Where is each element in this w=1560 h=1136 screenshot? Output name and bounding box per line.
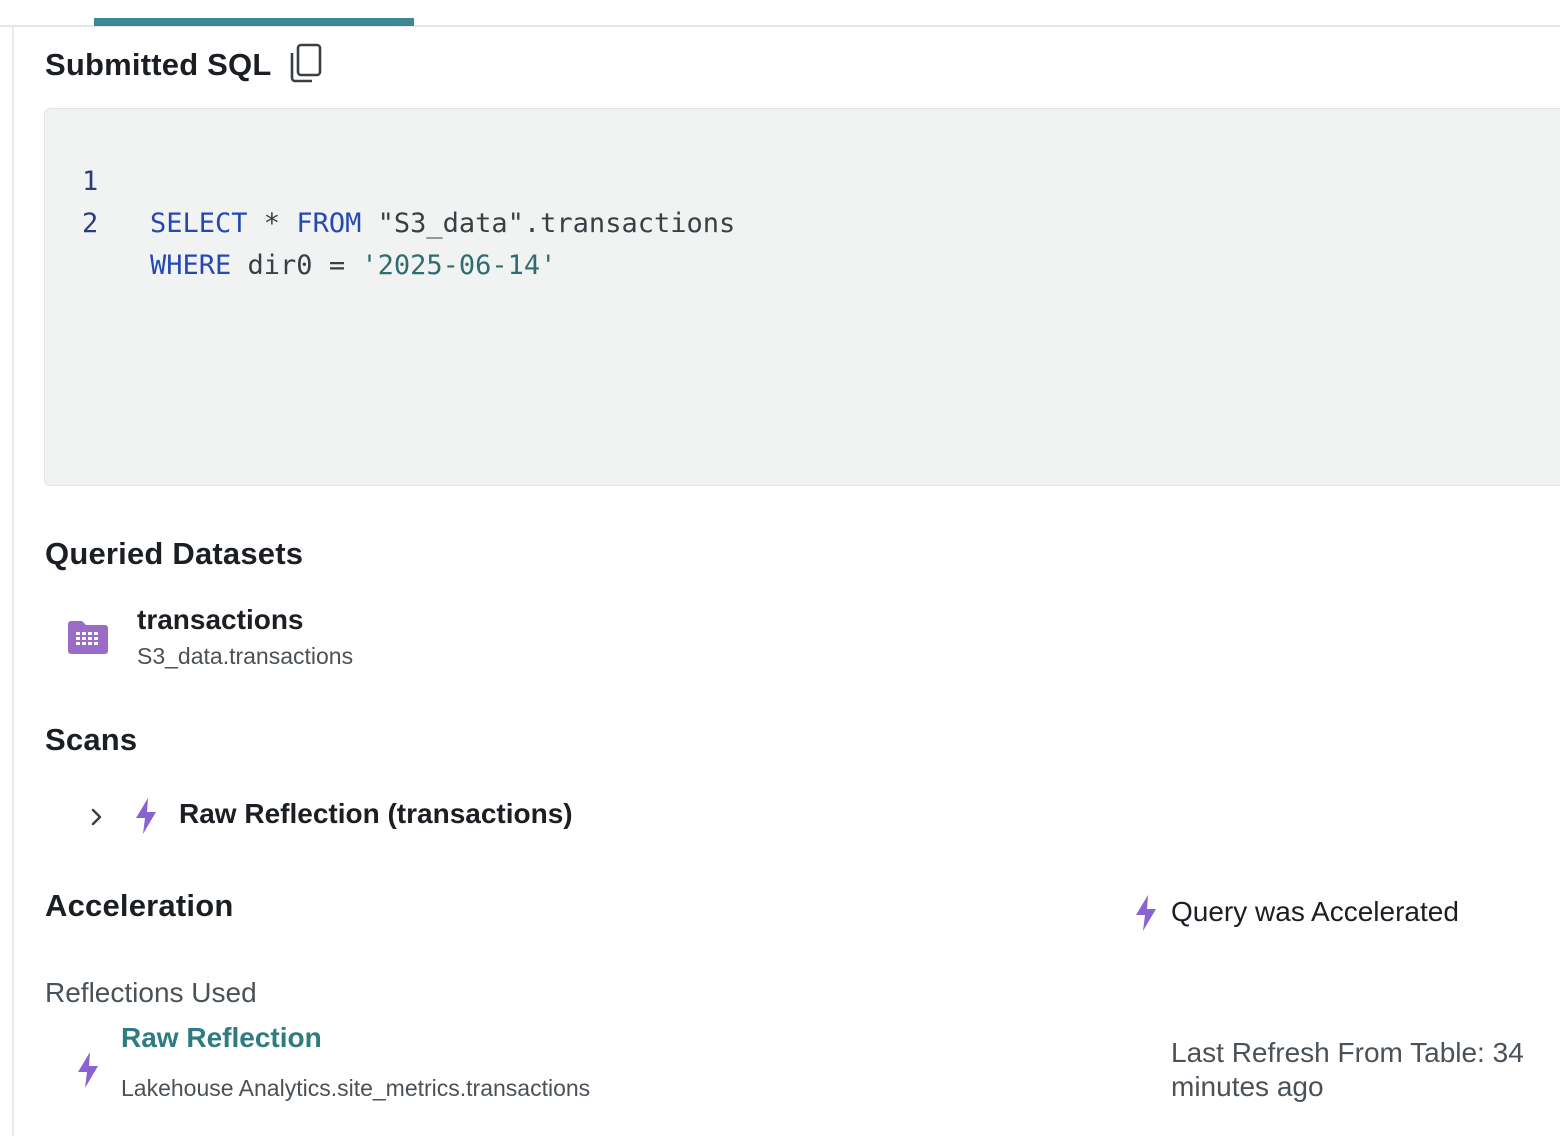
scan-item-raw-reflection[interactable]: Raw Reflection (transactions) (179, 798, 573, 830)
sql-keyword: SELECT (150, 208, 248, 239)
code-line: 1 SELECT * FROM "S3_data".transactions (45, 119, 735, 239)
reflection-bolt-icon (74, 1050, 102, 1095)
code-text: WHERE dir0 = '2025-06-14' (150, 245, 556, 287)
sql-keyword: WHERE (150, 250, 232, 281)
chevron-right-icon[interactable] (86, 804, 108, 830)
sql-code-block[interactable]: 1 SELECT * FROM "S3_data".transactions 2… (44, 108, 1560, 486)
left-panel-divider (12, 27, 14, 1136)
scans-title: Scans (45, 722, 138, 757)
acceleration-title: Acceleration (45, 888, 234, 923)
submitted-sql-title: Submitted SQL (45, 47, 272, 82)
queried-datasets-title: Queried Datasets (45, 536, 304, 571)
sql-keyword: FROM (296, 208, 362, 239)
line-number: 2 (82, 208, 99, 239)
active-tab-indicator (94, 18, 414, 26)
accelerated-bolt-icon (1132, 893, 1160, 938)
reflection-name-link[interactable]: Raw Reflection (121, 1022, 322, 1054)
sql-text: "S3_data".transactions (361, 208, 736, 239)
sql-string: '2025-06-14' (361, 250, 557, 281)
sql-text: dir0 = (231, 250, 362, 281)
reflection-path: Lakehouse Analytics.site_metrics.transac… (121, 1075, 591, 1101)
reflections-used-heading: Reflections Used (45, 977, 257, 1008)
table-dataset-icon (66, 618, 110, 656)
dataset-name[interactable]: transactions (137, 604, 304, 636)
lightning-bolt-icon (132, 796, 160, 841)
code-text: SELECT * FROM "S3_data".transactions (150, 203, 735, 245)
acceleration-status: Query was Accelerated (1171, 896, 1459, 927)
code-line: 2 WHERE dir0 = '2025-06-14' (45, 161, 556, 281)
job-details-page: Submitted SQL 1 SELECT * FROM "S3_data".… (0, 0, 1560, 1136)
copy-icon[interactable] (288, 42, 324, 84)
dataset-path: S3_data.transactions (137, 643, 354, 669)
reflection-last-refresh: Last Refresh From Table: 34 minutes ago (1171, 1037, 1524, 1102)
sql-text: * (247, 208, 297, 239)
